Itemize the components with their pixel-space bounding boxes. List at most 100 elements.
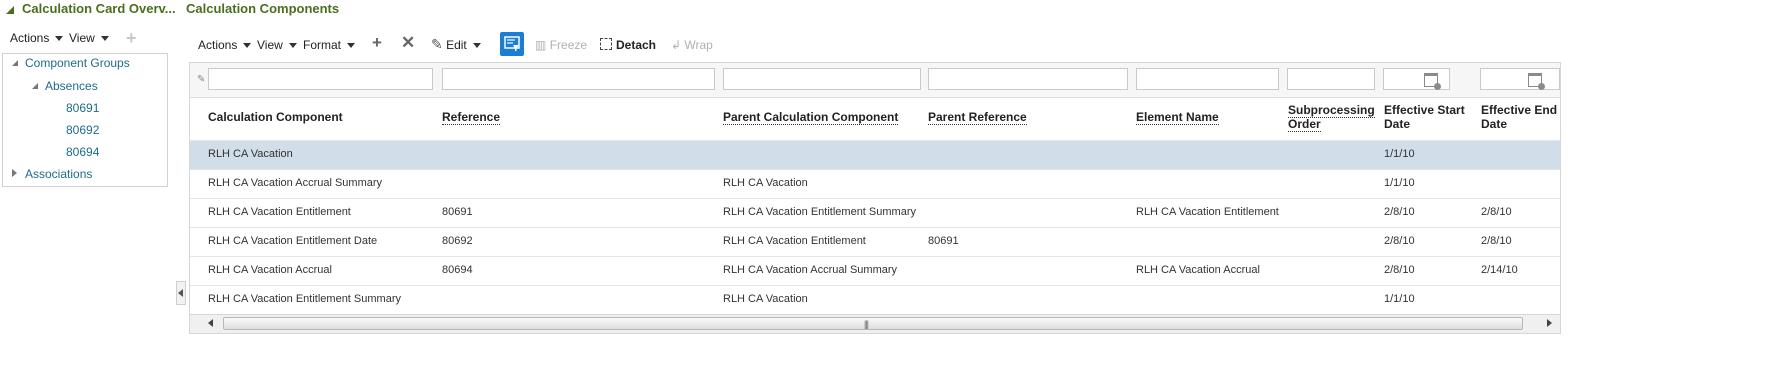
delete-row-button[interactable]: ✕: [401, 33, 415, 53]
tree-node-80692[interactable]: 80692: [66, 123, 99, 137]
freeze-icon: ▥: [535, 38, 547, 52]
edit-menu[interactable]: ✎ Edit: [431, 36, 481, 53]
detach-button[interactable]: Detach: [600, 38, 656, 52]
expanded-icon: [12, 60, 18, 66]
tree-node-component-groups[interactable]: Component Groups: [12, 56, 130, 70]
table-row[interactable]: RLH CA Vacation Accrual Summary RLH CA V…: [190, 169, 1560, 199]
header-reference[interactable]: Reference: [442, 110, 501, 125]
format-menu[interactable]: Format: [303, 38, 356, 52]
left-actions-menu[interactable]: Actions: [10, 31, 64, 45]
freeze-label: Freeze: [549, 38, 588, 52]
collapsed-icon: [12, 169, 17, 177]
component-tree: Component Groups Absences 80691 80692 80…: [2, 53, 168, 187]
header-label: Calculation Component: [208, 110, 343, 124]
add-row-button[interactable]: +: [372, 33, 382, 53]
chevron-down-icon: [472, 43, 481, 49]
cell-end: 2/8/10: [1481, 206, 1512, 218]
pencil-icon: ✎: [431, 36, 443, 52]
chevron-down-icon: [243, 43, 252, 49]
left-view-menu[interactable]: View: [69, 31, 109, 45]
table-row[interactable]: RLH CA Vacation 1/1/10: [190, 140, 1560, 170]
header-label: Date: [1481, 117, 1508, 131]
components-table: ✎ Calculation Component Reference Parent…: [189, 62, 1561, 334]
header-calc-component[interactable]: Calculation Component: [208, 110, 343, 124]
filter-calc-component[interactable]: [208, 68, 433, 90]
header-effective-end[interactable]: Effective End Date: [1481, 103, 1557, 131]
format-label: Format: [303, 38, 342, 52]
left-actions-label: Actions: [10, 31, 50, 45]
chevron-down-icon: [55, 36, 64, 42]
tree-label: Associations: [25, 167, 93, 181]
left-panel-title: Calculation Card Overv...: [22, 1, 176, 16]
calendar-icon[interactable]: [1424, 73, 1441, 90]
chevron-down-icon: [100, 36, 109, 42]
table-row[interactable]: RLH CA Vacation Entitlement 80691 RLH CA…: [190, 198, 1560, 228]
cell-end: 2/8/10: [1481, 235, 1512, 247]
expanded-icon: [32, 83, 38, 89]
view-label: View: [257, 38, 283, 52]
table-row[interactable]: RLH CA Vacation Accrual 80694 RLH CA Vac…: [190, 256, 1560, 286]
horizontal-scrollbar[interactable]: |||: [190, 314, 1560, 333]
header-label: Order: [1288, 117, 1321, 132]
cell-start: 2/8/10: [1384, 206, 1415, 218]
cell-component: RLH CA Vacation Entitlement: [208, 206, 351, 218]
filter-row: ✎: [190, 63, 1560, 98]
cell-component: RLH CA Vacation Accrual Summary: [208, 177, 383, 189]
cell-reference-link[interactable]: 80691: [442, 206, 473, 218]
filter-parent-calc[interactable]: [723, 68, 921, 90]
filter-effective-start[interactable]: [1383, 68, 1450, 90]
tree-node-absences[interactable]: Absences: [32, 79, 98, 93]
scroll-left-icon[interactable]: [208, 319, 213, 327]
cell-parent: RLH CA Vacation Accrual Summary: [723, 264, 898, 276]
header-effective-start[interactable]: Effective Start Date: [1384, 103, 1465, 131]
panel-splitter[interactable]: [176, 281, 186, 305]
filter-element-name[interactable]: [1136, 68, 1279, 90]
header-label: Parent Calculation Component: [723, 110, 899, 125]
table-row[interactable]: RLH CA Vacation Entitlement Summary RLH …: [190, 285, 1560, 315]
cell-parent-reference: 80691: [928, 235, 959, 247]
filter-subprocessing-order[interactable]: [1287, 68, 1375, 90]
actions-menu[interactable]: Actions: [198, 38, 252, 52]
header-label: Subprocessing: [1288, 103, 1375, 118]
header-label: Reference: [442, 110, 501, 125]
tree-label: Absences: [45, 79, 98, 93]
header-subprocessing-order[interactable]: Subprocessing Order: [1288, 103, 1375, 132]
collapse-panel-icon[interactable]: [6, 6, 14, 14]
close-icon: ✕: [401, 33, 416, 52]
tree-node-80691[interactable]: 80691: [66, 101, 99, 115]
table-row[interactable]: RLH CA Vacation Entitlement Date 80692 R…: [190, 227, 1560, 257]
tree-node-80694[interactable]: 80694: [66, 145, 99, 159]
header-parent-calc[interactable]: Parent Calculation Component: [723, 110, 899, 125]
cell-start: 1/1/10: [1384, 177, 1415, 189]
filter-reference[interactable]: [442, 68, 715, 90]
scroll-right-icon[interactable]: [1547, 319, 1552, 327]
cell-parent: RLH CA Vacation: [723, 293, 808, 305]
add-icon[interactable]: +: [126, 28, 137, 49]
view-menu[interactable]: View: [257, 38, 297, 52]
page-title: Calculation Components: [186, 1, 340, 16]
plus-icon: +: [372, 33, 382, 52]
cell-end: 2/14/10: [1481, 264, 1518, 276]
cell-component: RLH CA Vacation Entitlement Date: [208, 235, 378, 247]
cell-start: 1/1/10: [1384, 293, 1415, 305]
filter-effective-end[interactable]: [1480, 68, 1560, 90]
tree-node-associations[interactable]: Associations: [12, 167, 92, 181]
cell-component: RLH CA Vacation Entitlement Summary: [208, 293, 401, 305]
header-label: Date: [1384, 117, 1411, 131]
query-by-example-button[interactable]: [500, 32, 524, 56]
cell-parent: RLH CA Vacation Entitlement Summary: [723, 206, 916, 218]
header-parent-reference[interactable]: Parent Reference: [928, 110, 1027, 125]
header-label: Element Name: [1136, 110, 1219, 125]
scrollbar-thumb[interactable]: |||: [223, 317, 1523, 330]
wrap-icon: ↲: [671, 38, 682, 52]
actions-label: Actions: [198, 38, 238, 52]
detach-icon: [600, 38, 612, 50]
header-element-name[interactable]: Element Name: [1136, 110, 1219, 125]
header-label: Effective End: [1481, 103, 1558, 117]
filter-parent-reference[interactable]: [928, 68, 1128, 90]
cell-reference-link[interactable]: 80694: [442, 264, 473, 276]
calendar-icon[interactable]: [1528, 73, 1545, 90]
freeze-button[interactable]: ▥ Freeze: [535, 38, 587, 52]
cell-reference-link[interactable]: 80692: [442, 235, 473, 247]
wrap-button[interactable]: ↲ Wrap: [671, 38, 713, 52]
